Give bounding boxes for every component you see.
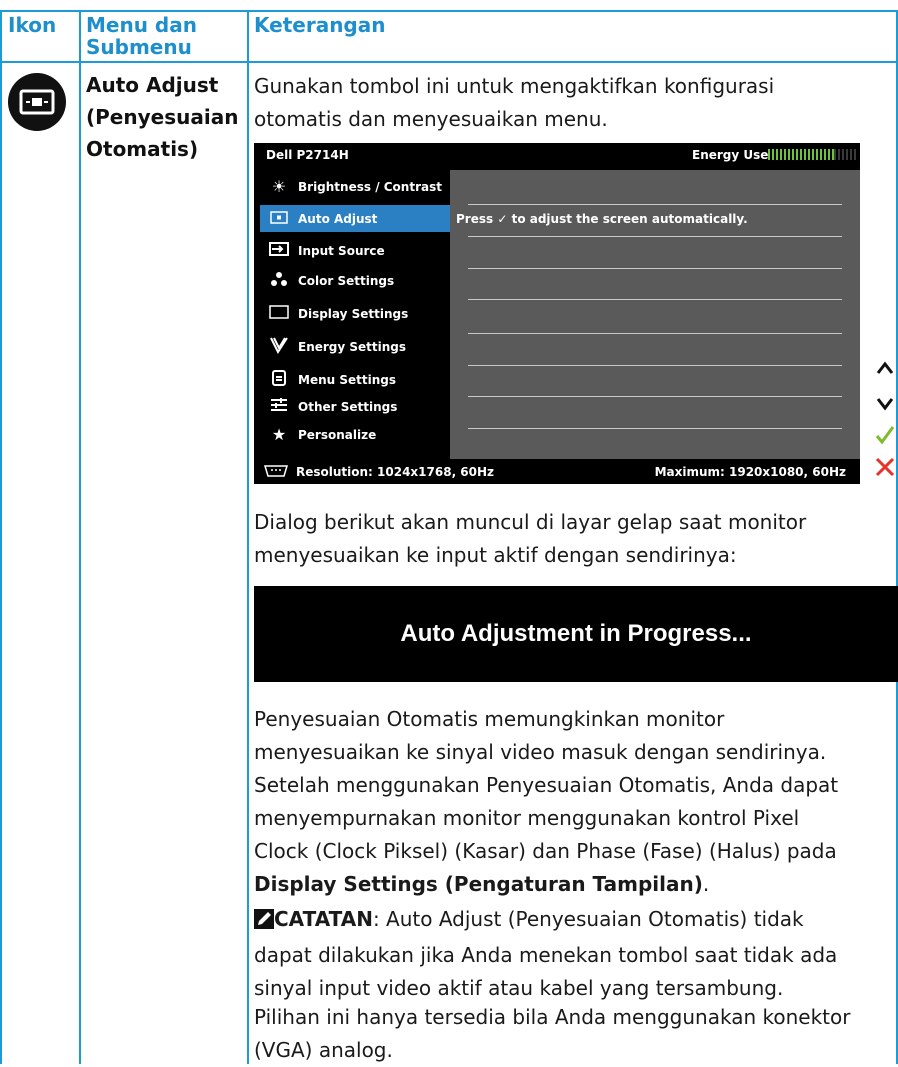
table-top-border xyxy=(0,10,898,12)
note-text: : Auto Adjust (Penyesuaian Otomatis) tid… xyxy=(372,907,804,931)
osd-item-label: Color Settings xyxy=(298,273,395,288)
osd-item-menu-settings[interactable]: Menu Settings xyxy=(260,366,450,393)
close-icon[interactable] xyxy=(872,456,898,482)
osd-top-bar: Dell P2714H Energy Use xyxy=(254,143,860,167)
display-settings-icon xyxy=(260,304,298,323)
intro-line2: otomatis dan menyesuaikan menu. xyxy=(254,107,608,131)
note-pencil-icon xyxy=(254,906,274,939)
osd-divider xyxy=(468,333,842,334)
up-arrow-icon[interactable] xyxy=(872,360,898,380)
menu-cell: Auto Adjust (Penyesuaian Otomatis) xyxy=(86,69,238,165)
osd-content: Press ✓ to adjust the screen automatical… xyxy=(450,170,860,459)
para-line: Clock (Clock Piksel) (Kasar) dan Phase (… xyxy=(254,839,837,863)
osd-divider xyxy=(468,236,842,237)
osd-resolution: Resolution: 1024x1768, 60Hz xyxy=(296,465,495,479)
osd-item-label: Menu Settings xyxy=(298,372,396,387)
progress-dialog: Auto Adjustment in Progress... xyxy=(254,586,898,682)
para-line: Penyesuaian Otomatis memungkinkan monito… xyxy=(254,707,725,731)
auto-adjust-icon xyxy=(8,73,66,131)
col-divider-1 xyxy=(79,10,81,1064)
osd-divider xyxy=(468,396,842,397)
para-line: menyempurnakan monitor menggunakan kontr… xyxy=(254,806,800,830)
osd-divider xyxy=(468,299,842,300)
energy-settings-icon xyxy=(260,336,298,358)
description-paragraph: Penyesuaian Otomatis memungkinkan monito… xyxy=(254,703,894,901)
energy-meter-off xyxy=(834,149,856,160)
osd-item-other-settings[interactable]: Other Settings xyxy=(260,393,450,420)
energy-label: Energy Use xyxy=(692,148,769,162)
osd-divider xyxy=(468,204,842,205)
color-settings-icon xyxy=(260,271,298,291)
osd-item-label: Auto Adjust xyxy=(298,211,378,226)
osd-bottom-bar: Resolution: 1024x1768, 60Hz Maximum: 192… xyxy=(254,459,860,484)
osd-screenshot: Dell P2714H Energy Use ☀ Brightness / Co… xyxy=(254,143,860,484)
check-icon[interactable] xyxy=(872,424,898,450)
other-settings-icon xyxy=(260,397,298,416)
brightness-icon: ☀ xyxy=(271,177,287,196)
auto-adjust-icon xyxy=(260,209,298,228)
osd-item-energy-settings[interactable]: Energy Settings xyxy=(260,333,450,360)
para-line: Setelah menggunakan Penyesuaian Otomatis… xyxy=(254,773,839,797)
header-menu: Menu dan Submenu xyxy=(86,14,197,58)
dialog-intro-line2: menyesuaikan ke input aktif dengan sendi… xyxy=(254,543,737,567)
osd-divider xyxy=(468,428,842,429)
input-source-icon xyxy=(260,241,298,260)
note-line2: dapat dilakukan jika Anda menekan tombol… xyxy=(254,943,838,967)
header-keterangan: Keterangan xyxy=(254,13,386,37)
menu-line1: Auto Adjust xyxy=(86,73,219,97)
osd-item-personalize[interactable]: ★ Personalize xyxy=(260,421,450,448)
para-line: menyesuaikan ke sinyal video masuk denga… xyxy=(254,740,827,764)
header-ikon: Ikon xyxy=(8,13,57,37)
osd-item-label: Personalize xyxy=(298,427,377,442)
header-menu-line2: Submenu xyxy=(86,35,192,59)
vga-connector-icon xyxy=(263,465,289,480)
osd-item-display-settings[interactable]: Display Settings xyxy=(260,300,450,327)
osd-divider xyxy=(468,365,842,366)
down-arrow-icon[interactable] xyxy=(872,396,898,416)
menu-line3: Otomatis) xyxy=(86,137,199,161)
final-line2: (VGA) analog. xyxy=(254,1038,393,1062)
para-line-last: Display Settings (Pengaturan Tampilan). xyxy=(254,868,894,901)
osd-item-label: Input Source xyxy=(298,243,385,258)
osd-model: Dell P2714H xyxy=(266,148,349,162)
dialog-intro-line1: Dialog berikut akan muncul di layar gela… xyxy=(254,510,807,534)
intro-line1: Gunakan tombol ini untuk mengaktifkan ko… xyxy=(254,74,775,98)
osd-hint: Press ✓ to adjust the screen automatical… xyxy=(456,206,748,232)
osd-item-label: Display Settings xyxy=(298,306,409,321)
osd-item-label: Brightness / Contrast xyxy=(298,179,442,194)
note-label: CATATAN xyxy=(274,907,373,931)
check-icon: ✓ xyxy=(497,212,508,226)
header-bottom-border xyxy=(0,61,898,63)
osd-item-brightness[interactable]: ☀ Brightness / Contrast xyxy=(260,173,450,200)
osd-menu: ☀ Brightness / Contrast Auto Adjust Inpu… xyxy=(260,170,450,459)
hint-prefix: Press xyxy=(456,212,494,226)
osd-item-input-source[interactable]: Input Source xyxy=(260,237,450,264)
para-end: . xyxy=(702,872,710,896)
col-divider-2 xyxy=(247,10,249,1064)
star-icon: ★ xyxy=(271,425,287,444)
intro-text: Gunakan tombol ini untuk mengaktifkan ko… xyxy=(254,70,894,136)
table-left-border xyxy=(0,10,2,1064)
osd-item-label: Energy Settings xyxy=(298,339,407,354)
header-menu-line1: Menu dan xyxy=(86,13,197,37)
osd-item-color-settings[interactable]: Color Settings xyxy=(260,267,450,294)
note-line1: CATATAN: Auto Adjust (Penyesuaian Otomat… xyxy=(254,903,894,939)
display-settings-ref: Display Settings (Pengaturan Tampilan) xyxy=(254,872,703,896)
note-block: CATATAN: Auto Adjust (Penyesuaian Otomat… xyxy=(254,903,894,1005)
dialog-intro: Dialog berikut akan muncul di layar gela… xyxy=(254,506,894,572)
final-line1: Pilihan ini hanya tersedia bila Anda men… xyxy=(254,1005,851,1029)
osd-maximum: Maximum: 1920x1080, 60Hz xyxy=(654,465,846,479)
osd-item-auto-adjust[interactable]: Auto Adjust xyxy=(260,205,450,232)
hint-suffix: to adjust the screen automatically. xyxy=(511,212,748,226)
osd-item-label: Other Settings xyxy=(298,399,398,414)
osd-divider xyxy=(468,268,842,269)
final-paragraph: Pilihan ini hanya tersedia bila Anda men… xyxy=(254,1001,894,1067)
menu-settings-icon xyxy=(260,369,298,390)
menu-line2: (Penyesuaian xyxy=(86,105,239,129)
